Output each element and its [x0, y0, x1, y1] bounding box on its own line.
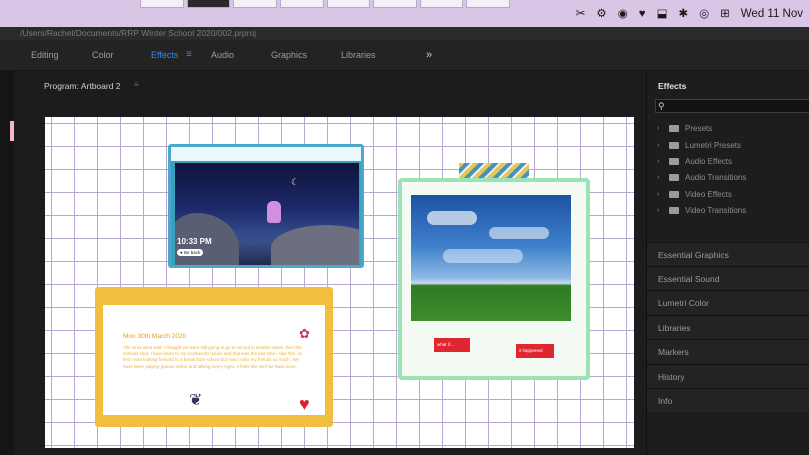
bluetooth-icon[interactable]: ✱: [678, 7, 688, 21]
effects-panel: Effects ⚲ › Presets › Lumetri Presets › …: [646, 71, 809, 455]
tab-effects[interactable]: Effects: [151, 40, 178, 70]
tree-item-video-effects[interactable]: › Video Effects: [657, 187, 732, 201]
character-figure: [267, 201, 281, 223]
artboard-canvas[interactable]: ☾ 10:33 PM ● Be back what if... it happe…: [45, 117, 634, 448]
tab-libraries[interactable]: Libraries: [341, 40, 376, 70]
display-icon[interactable]: ⬓: [657, 7, 668, 21]
butterfly-icon: ❦: [189, 392, 203, 409]
tree-item-label: Video Effects: [685, 189, 732, 199]
effects-panel-title[interactable]: Effects: [658, 81, 686, 91]
tree-item-audio-effects[interactable]: › Audio Effects: [657, 154, 732, 168]
more-workspaces-icon[interactable]: »: [426, 40, 432, 70]
diary-note-card[interactable]: Mon 30th March 2020 The virus went wild.…: [95, 287, 333, 427]
menubar-extra-icon-3[interactable]: ◉: [618, 7, 628, 21]
menubar-status-area: ✂ ⚙ ◉ ♥ ⬓ ✱ ◎ ⊞ Wed 11 Nov: [576, 7, 803, 21]
folder-icon: [669, 206, 679, 214]
panel-libraries[interactable]: Libraries: [647, 315, 809, 339]
tree-item-video-transitions[interactable]: › Video Transitions: [657, 203, 746, 217]
moon-icon: ☾: [291, 177, 300, 187]
panel-lumetri-color[interactable]: Lumetri Color: [647, 290, 809, 314]
menubar-extra-icon-1[interactable]: ✂: [576, 7, 586, 21]
tab-graphics[interactable]: Graphics: [271, 40, 307, 70]
tab-editing[interactable]: Editing: [31, 40, 59, 70]
input-flag-icon[interactable]: ⊞: [720, 7, 730, 21]
menubar-extra-icon-2[interactable]: ⚙: [596, 7, 606, 21]
workspace-bar: Editing Color Effects ≡ Audio Graphics L…: [0, 40, 809, 71]
chevron-right-icon[interactable]: ›: [657, 207, 663, 214]
macos-menubar: ✂ ⚙ ◉ ♥ ⬓ ✱ ◎ ⊞ Wed 11 Nov: [0, 0, 809, 27]
cloud-shape: [443, 249, 523, 263]
folder-icon: [669, 141, 679, 149]
wifi-icon[interactable]: ◎: [699, 7, 709, 21]
tree-item-label: Audio Effects: [685, 156, 732, 166]
tab-menu-icon[interactable]: ≡: [186, 40, 192, 70]
menubar-clock[interactable]: Wed 11 Nov: [741, 7, 803, 21]
search-icon: ⚲: [658, 101, 665, 111]
landscape-photo-card[interactable]: what if... it happened: [398, 178, 590, 380]
panel-menu-icon[interactable]: ≡: [134, 80, 139, 89]
left-panel-edge: [0, 71, 14, 455]
night-scene-image: ☾ 10:33 PM ● Be back: [175, 163, 359, 265]
hill-shape: [271, 225, 359, 265]
window-thumbnails: [140, 0, 510, 8]
tree-item-label: Video Transitions: [685, 205, 747, 215]
tree-item-presets[interactable]: › Presets: [657, 121, 712, 135]
tree-item-label: Audio Transitions: [685, 172, 747, 182]
folder-icon: [669, 124, 679, 132]
chevron-right-icon[interactable]: ›: [657, 191, 663, 198]
landscape-photo: [411, 195, 571, 321]
panel-essential-graphics[interactable]: Essential Graphics: [647, 242, 809, 266]
folder-icon: [669, 157, 679, 165]
chevron-right-icon[interactable]: ›: [657, 174, 663, 181]
note-body: The virus went wild. I thought we were s…: [123, 345, 302, 369]
panel-markers[interactable]: Markers: [647, 339, 809, 363]
chevron-right-icon[interactable]: ›: [657, 158, 663, 165]
night-scene-time: 10:33 PM: [177, 237, 212, 246]
folder-icon: [669, 173, 679, 181]
menubar-extra-icon-4[interactable]: ♥: [639, 7, 646, 21]
tab-audio[interactable]: Audio: [211, 40, 234, 70]
tree-item-label: Lumetri Presets: [685, 140, 742, 150]
tree-item-lumetri-presets[interactable]: › Lumetri Presets: [657, 138, 741, 152]
note-paper: Mon 30th March 2020 The virus went wild.…: [103, 305, 325, 415]
night-scene-card[interactable]: ☾ 10:33 PM ● Be back: [168, 144, 364, 268]
broken-heart-icon: ♥: [299, 394, 310, 414]
chevron-right-icon[interactable]: ›: [657, 142, 663, 149]
panel-info[interactable]: Info: [647, 388, 809, 412]
program-monitor-title[interactable]: Program: Artboard 2: [44, 81, 121, 91]
card-caption-strip: [171, 147, 361, 161]
night-scene-pill: ● Be back: [177, 249, 204, 256]
tree-item-audio-transitions[interactable]: › Audio Transitions: [657, 170, 746, 184]
red-label-2: it happened: [516, 344, 554, 358]
red-label-1: what if...: [434, 338, 470, 352]
panel-essential-sound[interactable]: Essential Sound: [647, 266, 809, 290]
rose-icon: ✿: [299, 326, 310, 341]
panel-history[interactable]: History: [647, 364, 809, 388]
project-path: /Users/Rachel/Documents/RRP Winter Schoo…: [0, 27, 809, 40]
cloud-shape: [489, 227, 549, 239]
note-heading: Mon 30th March 2020: [123, 333, 187, 340]
tree-item-label: Presets: [685, 123, 713, 133]
effects-search-input[interactable]: ⚲: [655, 99, 809, 113]
tab-color[interactable]: Color: [92, 40, 114, 70]
folder-icon: [669, 190, 679, 198]
chevron-right-icon[interactable]: ›: [657, 125, 663, 132]
cloud-shape: [427, 211, 477, 225]
